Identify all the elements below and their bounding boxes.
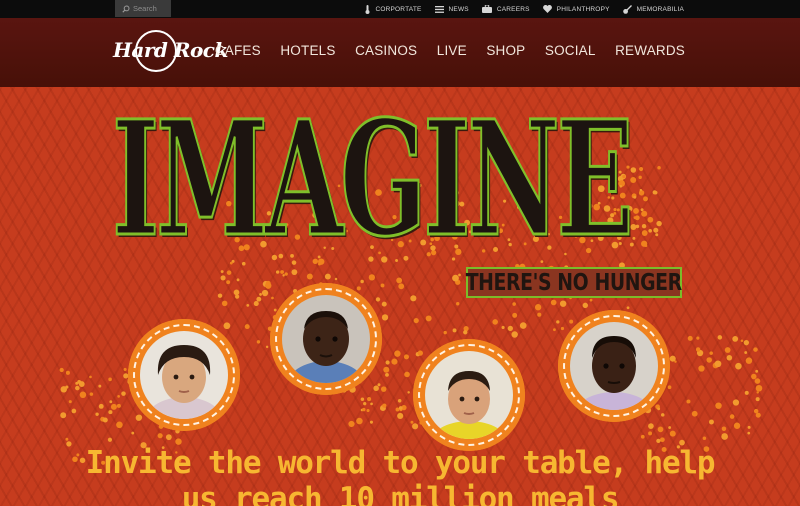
util-link-label: CAREERS (496, 5, 530, 13)
util-link-label: MEMORABILIA (636, 5, 684, 13)
search-input[interactable] (133, 4, 167, 13)
util-link-label: PHILANTHROPY (556, 5, 610, 13)
child-portrait-3 (413, 339, 525, 451)
child-portrait-2 (270, 283, 382, 395)
util-link-corporate[interactable]: CORPORTATE (365, 4, 422, 14)
hero-call-to-action[interactable]: Invite the world to your table, help us … (0, 445, 800, 506)
heart-icon (542, 5, 552, 13)
util-link-news[interactable]: NEWS (434, 5, 469, 13)
nav-item-hotels[interactable]: HOTELS (280, 43, 335, 58)
util-link-memorabilia[interactable]: MEMORABILIA (622, 4, 684, 14)
nav-item-rewards[interactable]: REWARDS (615, 43, 685, 58)
util-link-label: CORPORTATE (375, 5, 422, 13)
lines-icon (434, 5, 444, 13)
nav-item-social[interactable]: SOCIAL (545, 43, 596, 58)
main-nav: CAFES HOTELS CASINOS LIVE SHOP SOCIAL RE… (195, 18, 685, 82)
search-box[interactable] (115, 0, 171, 17)
nav-item-live[interactable]: LIVE (437, 43, 467, 58)
nav-item-cafes[interactable]: CAFES (215, 43, 261, 58)
nav-item-casinos[interactable]: CASINOS (355, 43, 417, 58)
child-portrait-1 (128, 319, 240, 431)
hard-rock-logo[interactable]: Hard Rock ® (113, 28, 228, 78)
child-portrait-4 (558, 310, 670, 422)
briefcase-icon (481, 5, 492, 13)
util-link-philanthropy[interactable]: PHILANTHROPY (542, 5, 610, 13)
utility-bar: CORPORTATE NEWS CAREERS PHILANTHROPY MEM… (0, 0, 800, 18)
search-icon (122, 5, 130, 13)
tagline-text: THERE'S NO HUNGER (465, 269, 683, 296)
util-link-label: NEWS (448, 5, 469, 13)
hero-headline: IMAGINE (111, 87, 635, 274)
hero-tagline: THERE'S NO HUNGER (466, 267, 682, 298)
nav-item-shop[interactable]: SHOP (486, 43, 525, 58)
cta-line-2: us reach 10 million meals (181, 481, 620, 506)
hero-banner[interactable]: IMAGINE THERE'S NO HUNGER Invite the wor… (0, 87, 800, 506)
util-link-careers[interactable]: CAREERS (481, 5, 530, 13)
thermometer-icon (365, 4, 370, 14)
cta-line-1: Invite the world to your table, help (85, 445, 716, 481)
guitar-icon (622, 4, 632, 14)
site-header: Hard Rock ® CAFES HOTELS CASINOS LIVE SH… (0, 18, 800, 87)
